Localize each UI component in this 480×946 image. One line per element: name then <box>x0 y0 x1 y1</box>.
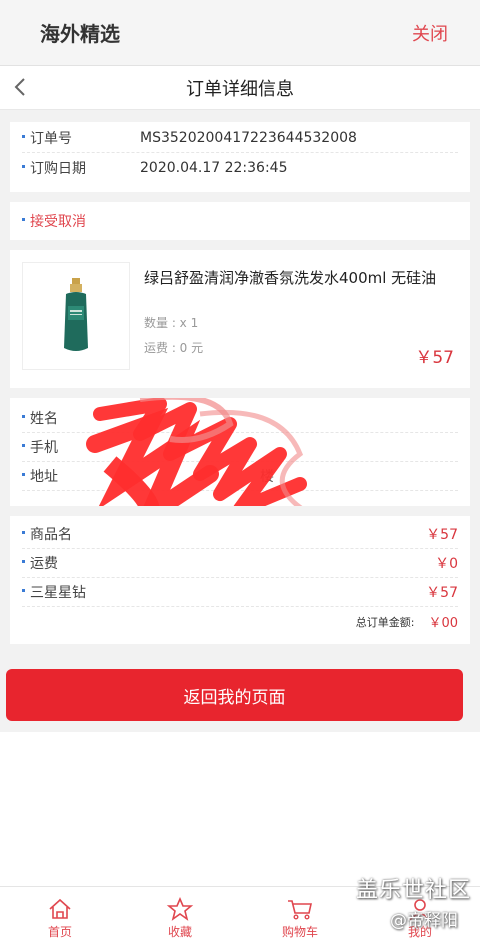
recipient-name-row: 姓名 <box>22 404 458 433</box>
recipient-address-row: 地址 楼 <box>22 462 458 491</box>
order-detail-content: 订单号 MS352020041722364453​2008 订购日期 2020.… <box>0 110 480 732</box>
return-to-my-page-button[interactable]: 返回我的页面 <box>6 669 463 721</box>
home-icon <box>49 898 71 919</box>
product-quantity: 数量 : x 1 <box>144 316 199 330</box>
app-title: 海外精选 <box>40 22 120 46</box>
shampoo-bottle-icon <box>64 278 88 351</box>
summary-row: 商品名 ￥57 <box>22 520 458 549</box>
order-number-value: MS352020041722364453​2008 <box>140 130 357 146</box>
nav-label: 收藏 <box>167 925 192 939</box>
summary-row: 三星星钻 ￥57 <box>22 578 458 607</box>
star-icon <box>166 897 194 921</box>
summary-card: 商品名 ￥57 运费 ￥0 三星星钻 ￥57 总订单金额: ￥00 <box>10 516 470 644</box>
app-header: 海外精选 关闭 <box>0 0 480 66</box>
order-number-row: 订单号 MS352020041722364453​2008 <box>22 124 458 153</box>
order-info-card: 订单号 MS352020041722364453​2008 订购日期 2020.… <box>10 122 470 192</box>
summary-value: ￥57 <box>426 585 458 601</box>
product-price: ￥57 <box>415 348 454 368</box>
product-shipping: 运费 : 0 元 <box>144 341 204 355</box>
recipient-address-label: 地址 <box>22 466 140 486</box>
nav-item-favorites[interactable]: 收藏 <box>120 887 240 946</box>
product-info: 绿吕舒盈清润净澈香氛洗发水400ml 无硅油 数量 : x 1 运费 : 0 元… <box>130 262 458 376</box>
summary-label: 三星星钻 <box>22 582 140 602</box>
order-number-label: 订单号 <box>22 128 140 148</box>
summary-label: 运费 <box>22 553 140 573</box>
product-card[interactable]: 绿吕舒盈清润净澈香氛洗发水400ml 无硅油 数量 : x 1 运费 : 0 元… <box>10 250 470 388</box>
nav-item-cart[interactable]: 购物车 <box>240 887 360 946</box>
cart-icon <box>288 900 312 920</box>
order-date-row: 订购日期 2020.04.17 22:36:45 <box>22 153 458 182</box>
order-total-value: ￥00 <box>428 616 458 631</box>
summary-value: ￥0 <box>435 556 458 572</box>
page-header: 订单详细信息 <box>0 66 480 110</box>
recipient-name-label: 姓名 <box>22 408 140 428</box>
summary-label: 商品名 <box>22 524 140 544</box>
page-title: 订单详细信息 <box>186 78 294 100</box>
order-total-label: 总订单金额: <box>355 615 415 629</box>
watermark-user: @帝释阳 <box>390 911 458 931</box>
nav-label: 首页 <box>47 925 72 939</box>
recipient-address-value: 楼 <box>260 469 274 485</box>
order-total-row: 总订单金额: ￥00 <box>22 607 458 636</box>
close-button[interactable]: 关闭 <box>412 20 448 46</box>
recipient-card: 姓名 手机 地址 楼 <box>10 398 470 506</box>
recipient-phone-label: 手机 <box>22 437 140 457</box>
recipient-phone-row: 手机 <box>22 433 458 462</box>
watermark-community: 盖乐世社区 <box>356 878 472 903</box>
order-date-value: 2020.04.17 22:36:45 <box>140 159 288 176</box>
summary-row: 运费 ￥0 <box>22 549 458 578</box>
nav-item-home[interactable]: 首页 <box>0 887 120 946</box>
product-image <box>22 262 130 370</box>
product-name: 绿吕舒盈清润净澈香氛洗发水400ml 无硅油 <box>144 269 437 287</box>
divider-strip <box>0 721 480 731</box>
nav-label: 购物车 <box>281 925 318 939</box>
summary-value: ￥57 <box>426 527 458 543</box>
order-status-label: 接受取消 <box>22 211 86 231</box>
order-date-label: 订购日期 <box>22 158 140 178</box>
back-icon[interactable] <box>10 76 32 98</box>
order-status-card: 接受取消 <box>10 202 470 240</box>
